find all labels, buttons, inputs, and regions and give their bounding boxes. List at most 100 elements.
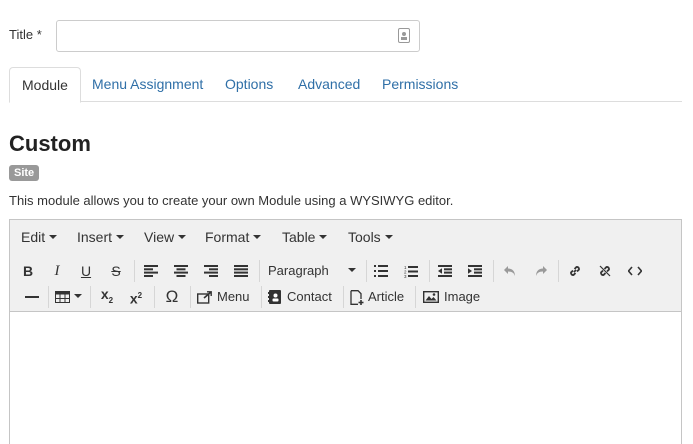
special-character-button[interactable]: Ω bbox=[160, 285, 184, 309]
module-description: This module allows you to create your ow… bbox=[9, 193, 454, 208]
unlink-icon bbox=[599, 265, 611, 277]
superscript-button[interactable]: x2 bbox=[124, 285, 148, 309]
chevron-down-icon bbox=[73, 294, 82, 298]
article-button[interactable]: Article bbox=[350, 285, 412, 309]
outdent-button[interactable] bbox=[433, 259, 457, 283]
insert-link-button[interactable] bbox=[563, 259, 587, 283]
indent-button[interactable] bbox=[463, 259, 487, 283]
link-icon bbox=[570, 266, 580, 276]
align-left-icon bbox=[144, 265, 158, 277]
menu-button-label: Menu bbox=[217, 289, 250, 304]
justify-icon bbox=[234, 265, 248, 277]
menu-tools-label: Tools bbox=[348, 229, 381, 245]
numbered-list-icon: 123 bbox=[404, 265, 418, 278]
italic-icon: I bbox=[54, 263, 60, 279]
bullet-list-icon bbox=[374, 265, 388, 277]
menu-view[interactable]: View bbox=[144, 220, 187, 254]
tab-permissions[interactable]: Permissions bbox=[382, 67, 458, 102]
table-icon bbox=[54, 291, 70, 303]
bold-icon: B bbox=[22, 263, 34, 279]
wysiwyg-editor: Edit Insert View Format Table Tools B I … bbox=[9, 219, 682, 444]
menu-format-label: Format bbox=[205, 229, 250, 245]
image-button-label: Image bbox=[444, 289, 481, 304]
contact-button[interactable]: Contact bbox=[268, 285, 340, 309]
article-icon bbox=[350, 289, 364, 305]
toolbar-separator bbox=[261, 286, 262, 308]
subscript-button[interactable]: x2 bbox=[95, 285, 119, 309]
editor-menubar: Edit Insert View Format Table Tools bbox=[10, 220, 681, 254]
menu-format[interactable]: Format bbox=[205, 220, 262, 254]
redo-button[interactable] bbox=[528, 259, 552, 283]
strikethrough-button[interactable]: S bbox=[104, 259, 128, 283]
toolbar-separator bbox=[493, 260, 494, 282]
italic-button[interactable]: I bbox=[45, 259, 69, 283]
underline-icon: U bbox=[80, 263, 92, 279]
justify-button[interactable] bbox=[229, 259, 253, 283]
menu-edit-label: Edit bbox=[21, 229, 46, 245]
editor-toolbar: B I U S Paragraph 1 2 3 x2 x2 Ω Menu Con… bbox=[10, 254, 681, 312]
toolbar-separator bbox=[134, 260, 135, 282]
superscript-icon: x2 bbox=[129, 290, 143, 307]
align-center-button[interactable] bbox=[169, 259, 193, 283]
toolbar-separator bbox=[366, 260, 367, 282]
site-badge: Site bbox=[9, 165, 40, 181]
format-select-value: Paragraph bbox=[268, 263, 329, 278]
align-left-button[interactable] bbox=[139, 259, 163, 283]
editor-content-area[interactable] bbox=[10, 312, 681, 444]
toolbar-separator bbox=[259, 260, 260, 282]
image-button[interactable]: Image bbox=[423, 285, 485, 309]
format-select[interactable]: Paragraph bbox=[264, 259, 360, 283]
module-title: Custom bbox=[9, 131, 91, 156]
contact-button-label: Contact bbox=[287, 289, 332, 304]
contact-card-icon[interactable] bbox=[398, 28, 410, 43]
code-icon bbox=[628, 266, 642, 276]
title-input[interactable] bbox=[56, 20, 420, 52]
menu-link-icon bbox=[197, 290, 212, 304]
tab-menu-assignment[interactable]: Menu Assignment bbox=[92, 67, 203, 102]
chevron-down-icon bbox=[178, 235, 187, 240]
chevron-down-icon bbox=[319, 235, 328, 240]
indent-icon bbox=[468, 265, 482, 277]
article-button-label: Article bbox=[368, 289, 405, 304]
menu-table[interactable]: Table bbox=[282, 220, 328, 254]
table-button[interactable] bbox=[52, 285, 84, 309]
underline-button[interactable]: U bbox=[74, 259, 98, 283]
chevron-down-icon bbox=[116, 235, 125, 240]
numbered-list-button[interactable]: 123 bbox=[399, 259, 423, 283]
undo-icon bbox=[503, 266, 515, 276]
tab-options[interactable]: Options bbox=[225, 67, 273, 102]
contact-icon bbox=[268, 290, 281, 304]
horizontal-rule-icon bbox=[25, 296, 39, 298]
undo-button[interactable] bbox=[498, 259, 522, 283]
align-right-button[interactable] bbox=[199, 259, 223, 283]
toolbar-separator bbox=[48, 286, 49, 308]
source-code-button[interactable] bbox=[623, 259, 647, 283]
bold-button[interactable]: B bbox=[16, 259, 40, 283]
chevron-down-icon bbox=[384, 235, 393, 240]
toolbar-separator bbox=[343, 286, 344, 308]
toolbar-separator bbox=[558, 260, 559, 282]
bullet-list-button[interactable] bbox=[369, 259, 393, 283]
outdent-icon bbox=[438, 265, 452, 277]
menu-view-label: View bbox=[144, 229, 175, 245]
horizontal-rule-button[interactable] bbox=[20, 285, 44, 309]
menu-edit[interactable]: Edit bbox=[21, 220, 58, 254]
chevron-down-icon bbox=[49, 235, 58, 240]
toolbar-separator bbox=[190, 286, 191, 308]
tab-module[interactable]: Module bbox=[9, 67, 81, 103]
title-row: Title * bbox=[9, 20, 429, 52]
svg-text:3: 3 bbox=[404, 274, 407, 278]
align-right-icon bbox=[204, 265, 218, 277]
toolbar-separator bbox=[154, 286, 155, 308]
tab-advanced[interactable]: Advanced bbox=[298, 67, 360, 102]
subscript-icon: x2 bbox=[100, 285, 114, 305]
menu-insert-label: Insert bbox=[77, 229, 113, 245]
redo-icon bbox=[535, 266, 547, 276]
toolbar-separator bbox=[415, 286, 416, 308]
align-center-icon bbox=[174, 265, 188, 277]
menu-insert[interactable]: Insert bbox=[77, 220, 125, 254]
menu-button[interactable]: Menu bbox=[197, 285, 257, 309]
menu-tools[interactable]: Tools bbox=[348, 220, 393, 254]
tab-bar: Module Menu Assignment Options Advanced … bbox=[9, 67, 682, 103]
remove-link-button[interactable] bbox=[593, 259, 617, 283]
